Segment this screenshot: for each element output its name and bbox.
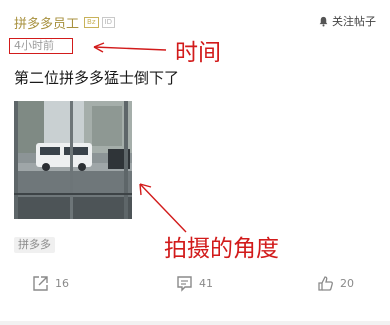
arrow-to-time	[93, 42, 167, 53]
like-count: 20	[340, 277, 354, 290]
bottom-divider	[0, 321, 390, 325]
comment-icon	[177, 276, 192, 292]
annotation-angle-label: 拍摄的角度	[164, 236, 279, 262]
comment-button[interactable]: 41	[176, 275, 213, 292]
post-photo[interactable]	[14, 101, 132, 219]
annotation-time-label: 时间	[175, 40, 221, 66]
like-button[interactable]: 20	[317, 275, 354, 292]
comment-count: 41	[199, 277, 213, 290]
post-title[interactable]: 第二位拼多多猛士倒下了	[14, 68, 179, 88]
photo-image	[14, 101, 132, 219]
arrow-to-photo	[139, 183, 187, 233]
thumbs-up-icon	[318, 276, 333, 291]
share-icon	[33, 276, 48, 291]
share-count: 16	[55, 277, 69, 290]
topic-tag[interactable]: 拼多多	[14, 237, 55, 253]
share-button[interactable]: 16	[32, 275, 69, 292]
